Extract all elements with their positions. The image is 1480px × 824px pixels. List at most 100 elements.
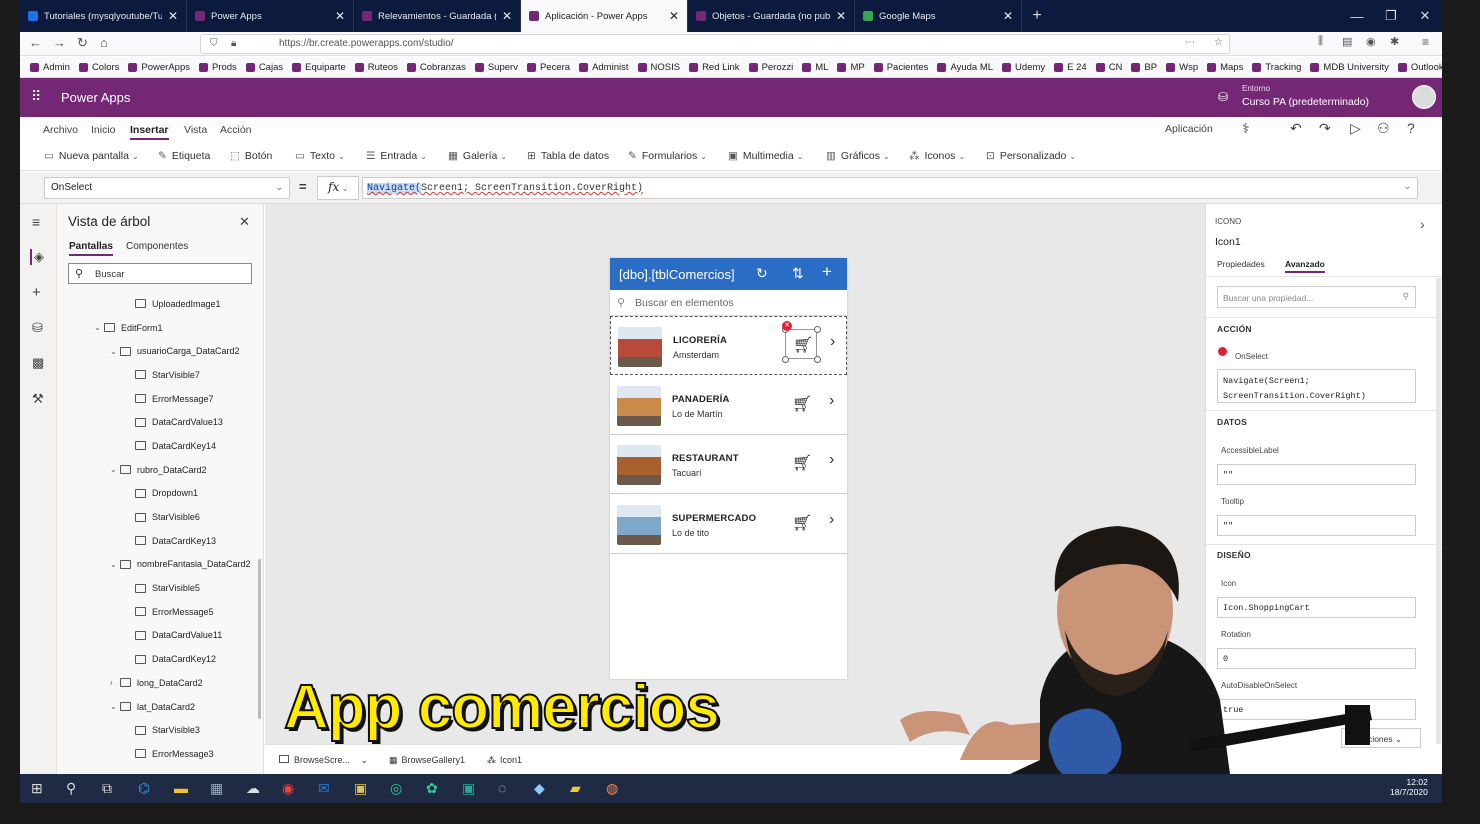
close-icon[interactable]: ✕ — [502, 9, 512, 23]
close-icon[interactable]: ✕ — [836, 9, 846, 23]
close-icon[interactable]: ✕ — [669, 9, 679, 23]
extension-icon[interactable]: ✱ — [1390, 35, 1399, 48]
accessible-label-field[interactable]: "" — [1217, 464, 1416, 485]
bookmark[interactable]: BP — [1131, 62, 1157, 73]
environment-name[interactable]: Curso PA (predeterminado) — [1242, 96, 1369, 108]
bookmark[interactable]: Perozzi — [748, 62, 793, 73]
bookmark[interactable]: Maps — [1207, 62, 1243, 73]
browser-tab-active[interactable]: Aplicación - Power Apps ✕ — [521, 0, 688, 32]
bookmark[interactable]: Prods — [198, 62, 237, 73]
task-view-icon[interactable]: ⧉ — [102, 780, 112, 797]
chevron-down-icon[interactable]: ⌄ — [110, 702, 120, 711]
layers-icon[interactable]: ◈ — [30, 249, 44, 265]
breadcrumb-screen[interactable]: BrowseScre... ⌄ — [279, 755, 368, 766]
chevron-down-icon[interactable]: ⌄ — [94, 323, 104, 332]
close-icon[interactable]: ✕ — [168, 9, 178, 23]
hamburger-icon[interactable]: ≡ — [32, 214, 40, 230]
app-checker-label[interactable]: Aplicación — [1165, 123, 1213, 135]
restore-icon[interactable]: ❐ — [1374, 0, 1408, 32]
tab-screens[interactable]: Pantallas — [69, 241, 113, 256]
forward-icon[interactable]: → — [53, 35, 66, 50]
tree-node[interactable]: Dropdown1 — [57, 482, 257, 506]
close-icon[interactable]: ✕ — [1003, 9, 1013, 23]
browser-tab[interactable]: Relevamientos - Guardada (no ✕ — [354, 0, 521, 32]
tree-node[interactable]: UploadedImage1 — [57, 292, 257, 316]
gallery-row[interactable]: PANADERÍA Lo de Martín 🛒︎ › — [610, 376, 847, 435]
chrome-icon[interactable]: ◉ — [282, 780, 294, 797]
input-button[interactable]: ☰ Entrada ⌄ — [366, 150, 427, 162]
breadcrumb-gallery[interactable]: ▦ BrowseGallery1 — [389, 755, 465, 766]
help-icon[interactable]: ? — [1407, 120, 1415, 136]
bookmark[interactable]: Pacientes — [873, 62, 928, 73]
sort-icon[interactable]: ⇅ — [792, 265, 804, 282]
tree-scrollbar[interactable] — [258, 559, 261, 719]
menu-icon[interactable]: ≡ — [1422, 35, 1429, 49]
tree-node[interactable]: DataCardKey14 — [57, 434, 257, 458]
menu-inicio[interactable]: Inicio — [91, 124, 116, 136]
bookmark[interactable]: MDB University — [1310, 62, 1389, 73]
account-icon[interactable]: ◉ — [1366, 35, 1376, 48]
selection-box[interactable] — [785, 329, 817, 359]
browser-tab[interactable]: Objetos - Guardada (no public ✕ — [688, 0, 855, 32]
play-icon[interactable]: ▷ — [1350, 120, 1361, 137]
tree-node[interactable]: ErrorMessage5 — [57, 600, 257, 624]
refresh-icon[interactable]: ↻ — [756, 265, 768, 282]
gallery-row[interactable]: LICORERÍA Amsterdam 🛒︎ › ✕ — [610, 316, 847, 375]
control-name[interactable]: Icon1 — [1215, 236, 1241, 248]
data-table-button[interactable]: ⊞ Tabla de datos — [527, 150, 609, 162]
home-icon[interactable]: ⌂ — [100, 35, 108, 50]
resize-handle[interactable] — [782, 356, 789, 363]
chevron-down-icon[interactable]: ⌄ — [110, 465, 120, 474]
app-launcher-icon[interactable]: ⠿ — [31, 88, 41, 105]
advanced-tools-icon[interactable]: ⚒ — [32, 391, 44, 407]
tree-search-input[interactable]: ⚲ Buscar — [68, 263, 252, 284]
icons-button[interactable]: ⁂ Iconos ⌄ — [909, 150, 965, 162]
app-icon[interactable]: ☁ — [246, 780, 260, 797]
undo-icon[interactable]: ↶ — [1290, 120, 1302, 137]
fx-button[interactable]: fx ⌄ — [317, 176, 359, 200]
page-actions-icon[interactable]: ⋯ — [1185, 37, 1195, 48]
reload-icon[interactable]: ↻ — [77, 35, 88, 51]
tree-node[interactable]: StarVisible3 — [57, 718, 257, 742]
label-button[interactable]: ✎ Etiqueta — [158, 150, 210, 162]
resize-handle[interactable] — [814, 326, 821, 333]
menu-accion[interactable]: Acción — [220, 124, 252, 136]
tab-properties[interactable]: Propiedades — [1217, 259, 1265, 269]
outlook-icon[interactable]: ✉ — [318, 780, 330, 797]
tree-node[interactable]: › long_DataCard2 — [57, 671, 257, 695]
calculator-icon[interactable]: ▦ — [210, 780, 223, 797]
bookmark[interactable]: Administ — [579, 62, 629, 73]
property-dropdown[interactable]: OnSelect ⌄ — [44, 177, 290, 199]
tree-node[interactable]: StarVisible5 — [57, 576, 257, 600]
insert-icon[interactable]: + — [32, 284, 41, 301]
app-icon[interactable]: ✿ — [426, 780, 438, 797]
close-icon[interactable]: ✕ — [239, 214, 250, 230]
gallery-button[interactable]: ▦ Galería ⌄ — [448, 150, 507, 162]
redo-icon[interactable]: ↷ — [1319, 120, 1331, 137]
tab-advanced[interactable]: Avanzado — [1285, 259, 1325, 273]
app-icon[interactable]: ▣ — [354, 780, 367, 797]
media-button[interactable]: ▣ Multimedia ⌄ — [728, 150, 803, 162]
bookmark[interactable]: CN — [1095, 62, 1122, 73]
chevron-right-icon[interactable]: › — [110, 678, 120, 687]
firefox-icon[interactable]: ◍ — [606, 780, 618, 797]
bookmark-star-icon[interactable]: ☆ — [1214, 37, 1223, 48]
tree-node[interactable]: ErrorMessage3 — [57, 742, 257, 766]
library-icon[interactable]: ⫼ — [1318, 35, 1323, 48]
bookmark[interactable]: ML — [802, 62, 828, 73]
tree-node[interactable]: StarVisible7 — [57, 363, 257, 387]
sticky-notes-icon[interactable]: ▰ — [570, 780, 581, 797]
bookmark[interactable]: Outlook — [1397, 62, 1442, 73]
property-search-input[interactable]: Buscar una propiedad... ⚲ — [1217, 286, 1416, 308]
bookmark[interactable]: Wsp — [1166, 62, 1198, 73]
breadcrumb-icon[interactable]: ⁂ Icon1 — [487, 755, 522, 766]
new-tab-button[interactable]: + — [1022, 0, 1052, 32]
close-icon[interactable]: ✕ — [335, 9, 345, 23]
chevron-right-icon[interactable]: › — [829, 511, 834, 529]
chevron-down-icon[interactable]: ⌄ — [110, 347, 120, 356]
bookmark[interactable]: Udemy — [1002, 62, 1045, 73]
vscode-icon[interactable]: ⌬ — [138, 780, 150, 797]
bookmark[interactable]: Cajas — [245, 62, 283, 73]
menu-insertar[interactable]: Insertar — [130, 124, 169, 140]
tree-node[interactable]: DataCardValue11 — [57, 624, 257, 648]
